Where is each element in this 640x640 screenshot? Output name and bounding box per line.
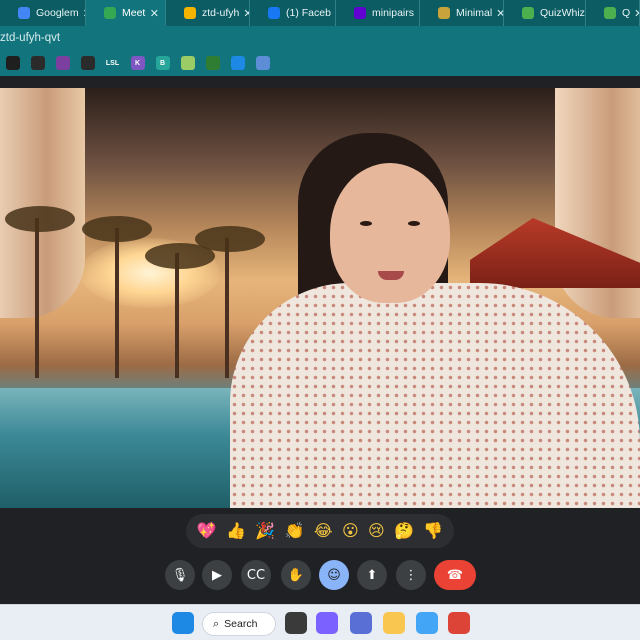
reaction-emoji[interactable]: 🤔 <box>394 523 414 539</box>
leave-call-button[interactable]: ☎ <box>434 560 476 590</box>
meet-icon <box>104 7 116 19</box>
reaction-emoji[interactable]: 👏 <box>285 523 305 539</box>
b-icon[interactable]: B <box>155 56 170 70</box>
puzzle-icon[interactable] <box>255 56 270 70</box>
palm-tree <box>175 253 179 378</box>
bookmarks-bar: LSL K B <box>0 50 640 76</box>
tab-label: Q <box>622 7 631 19</box>
quizwhiz-icon <box>604 7 616 19</box>
start-button[interactable] <box>172 612 194 634</box>
video-stage <box>0 76 640 508</box>
browser-tab-bar: Googlem✕Meet✕ztd-ufyh✕(1) Faceb✕minipair… <box>0 0 640 26</box>
stack-icon[interactable] <box>55 56 70 70</box>
leave-call-icon: ☎ <box>446 567 464 583</box>
tab-0[interactable]: Googlem✕ <box>0 0 86 26</box>
search-label: Search <box>224 618 258 630</box>
participant-person <box>230 133 640 508</box>
lsl-icon[interactable]: LSL <box>105 56 120 70</box>
present-button[interactable]: ⬆ <box>357 560 387 590</box>
chrome-app[interactable] <box>448 612 470 634</box>
reaction-emoji[interactable]: 👎 <box>423 523 443 539</box>
tab-label: Googlem <box>36 7 79 19</box>
wordpress-icon[interactable] <box>5 56 20 70</box>
close-icon[interactable]: ✕ <box>79 7 85 20</box>
doc-icon <box>438 7 450 19</box>
address-bar[interactable]: ztd-ufyh-qvt <box>0 26 640 50</box>
captions-icon: CC <box>246 567 266 583</box>
participant-face <box>330 163 450 303</box>
facebook-icon <box>268 7 280 19</box>
mouth <box>378 271 404 280</box>
tab-label: (1) Faceb <box>286 7 331 19</box>
tab-4[interactable]: minipairs✕ <box>336 0 420 26</box>
messaging-app[interactable] <box>416 612 438 634</box>
captions-button[interactable]: CC <box>241 560 271 590</box>
reaction-emoji[interactable]: 😮 <box>342 523 359 539</box>
tab-2[interactable]: ztd-ufyh✕ <box>166 0 250 26</box>
tab-label: Minimal <box>456 7 493 19</box>
reaction-emoji[interactable]: 🎉 <box>255 523 275 539</box>
present-icon: ⬆ <box>366 567 378 583</box>
tab-1[interactable]: Meet ✕ <box>86 0 166 26</box>
reaction-emoji[interactable]: 😢 <box>368 523 385 539</box>
palm-tree <box>115 228 119 378</box>
more-options-icon: ⋮ <box>404 567 418 583</box>
right-eye <box>408 221 420 226</box>
hand-icon <box>184 7 196 19</box>
tab-label: Meet <box>122 7 146 19</box>
chat-app[interactable] <box>316 612 338 634</box>
file-explorer[interactable] <box>383 612 405 634</box>
microphone-icon: 🎙 <box>171 567 189 583</box>
globe-icon[interactable] <box>30 56 45 70</box>
grid-icon[interactable] <box>230 56 245 70</box>
reaction-emoji[interactable]: 😂 <box>314 523 333 539</box>
participant-shirt <box>230 283 640 508</box>
left-eye <box>360 221 372 226</box>
reactions-icon: ☺ <box>327 567 341 583</box>
call-control-row: 🎙 ▶ CC ✋ ☺ ⬆ ⋮ ☎ <box>0 560 640 590</box>
close-icon[interactable]: ✕ <box>630 7 639 20</box>
tab-7[interactable]: Q✕ <box>586 0 640 26</box>
palm-fronds <box>82 216 152 242</box>
palm-tree <box>225 238 229 378</box>
url-text: ztd-ufyh-qvt <box>0 32 61 44</box>
tab-label: ztd-ufyh <box>202 7 240 19</box>
raise-hand-button[interactable]: ✋ <box>281 560 311 590</box>
globe-icon[interactable] <box>80 56 95 70</box>
docs-icon <box>18 7 30 19</box>
close-icon[interactable]: ✕ <box>239 7 249 20</box>
raise-hand-icon: ✋ <box>287 567 305 583</box>
tab-label: QuizWhiz <box>540 7 585 19</box>
sun-icon[interactable] <box>180 56 195 70</box>
palm-tree <box>35 218 39 378</box>
curtain-left <box>0 88 85 318</box>
windows-taskbar: ⌕ Search <box>0 604 640 640</box>
close-icon[interactable]: ✕ <box>146 7 159 20</box>
media-app[interactable] <box>350 612 372 634</box>
close-icon[interactable]: ✕ <box>492 7 503 20</box>
taskbar-search[interactable]: ⌕ Search <box>202 612 276 636</box>
reaction-bar: 💖 👍 🎉 👏 😂 😮 😢 🤔 👎 <box>186 514 454 548</box>
meeting-controls: 💖 👍 🎉 👏 😂 😮 😢 🤔 👎 🎙 ▶ CC ✋ ☺ ⬆ ⋮ ☎ <box>0 508 640 604</box>
leaf-icon[interactable] <box>205 56 220 70</box>
camera-icon: ▶ <box>212 567 222 583</box>
participant-video <box>0 88 640 508</box>
reactions-button[interactable]: ☺ <box>319 560 349 590</box>
palm-fronds <box>5 206 75 232</box>
tab-6[interactable]: QuizWhiz✕ <box>504 0 586 26</box>
yahoo-icon <box>354 7 366 19</box>
camera-button[interactable]: ▶ <box>202 560 232 590</box>
file-manager[interactable] <box>285 612 307 634</box>
reaction-emoji[interactable]: 💖 <box>197 523 217 539</box>
microphone-button[interactable]: 🎙 <box>165 560 195 590</box>
k-icon[interactable]: K <box>130 56 145 70</box>
reaction-emoji[interactable]: 👍 <box>226 523 246 539</box>
quizwhiz-icon <box>522 7 534 19</box>
tab-3[interactable]: (1) Faceb✕ <box>250 0 336 26</box>
tab-label: minipairs <box>372 7 415 19</box>
more-options-button[interactable]: ⋮ <box>396 560 426 590</box>
tab-5[interactable]: Minimal✕ <box>420 0 504 26</box>
search-icon: ⌕ <box>213 617 220 630</box>
